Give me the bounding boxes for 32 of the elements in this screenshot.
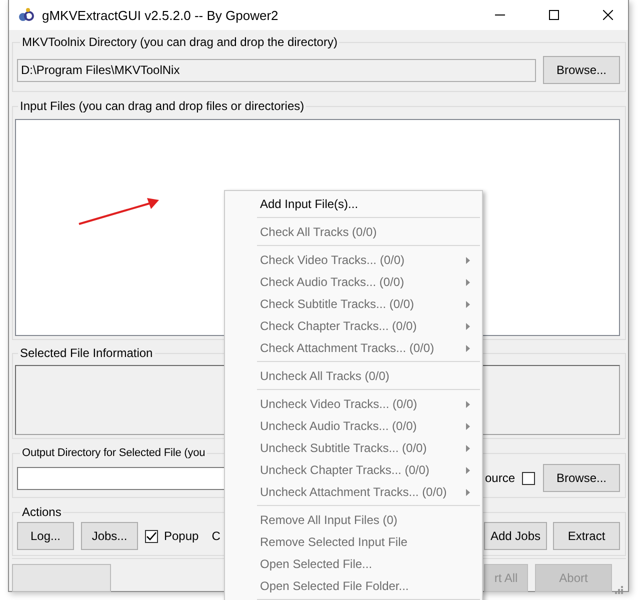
- submenu-arrow-icon: [466, 423, 470, 430]
- jobs-button[interactable]: Jobs...: [81, 522, 138, 550]
- output-directory-field[interactable]: [17, 466, 226, 490]
- submenu-arrow-icon: [466, 489, 470, 496]
- submenu-arrow-icon: [466, 279, 470, 286]
- checkbox-label: Popup: [164, 529, 199, 543]
- source-checkbox[interactable]: [522, 472, 535, 484]
- group-label: Input Files (you can drag and drop files or directories): [18, 99, 306, 114]
- submenu-arrow-icon: [466, 301, 470, 308]
- browse-button[interactable]: Browse...: [543, 56, 620, 84]
- extract-button[interactable]: Extract: [553, 522, 620, 550]
- maximize-icon[interactable]: [549, 10, 559, 20]
- popup-checkbox[interactable]: [145, 530, 158, 542]
- group-label: MKVToolnix Directory (you can drag and drop the directory): [20, 35, 340, 50]
- app-icon: [18, 7, 34, 23]
- close-icon[interactable]: [603, 10, 613, 20]
- resize-grip-icon[interactable]: [615, 586, 623, 594]
- directory-field[interactable]: D:\Program Files\MKVToolNix: [17, 58, 536, 82]
- checkbox-label: C: [212, 529, 220, 543]
- browse-button[interactable]: Browse...: [543, 464, 620, 492]
- menu-item[interactable]: Add Input File(s)...: [225, 193, 482, 215]
- submenu-arrow-icon: [466, 401, 470, 408]
- submenu-arrow-icon: [466, 257, 470, 264]
- submenu-arrow-icon: [466, 445, 470, 452]
- checkbox-label: ource: [485, 471, 516, 485]
- add-jobs-button[interactable]: Add Jobs: [484, 522, 547, 550]
- group-label: Output Directory for Selected File (you: [20, 446, 208, 461]
- submenu-arrow-icon: [466, 467, 470, 474]
- window-title: gMKVExtractGUI v2.5.2.0 -- By Gpower2: [42, 8, 280, 22]
- submenu-arrow-icon: [466, 323, 470, 330]
- log-button[interactable]: Log...: [17, 522, 74, 550]
- submenu-arrow-icon: [466, 345, 470, 352]
